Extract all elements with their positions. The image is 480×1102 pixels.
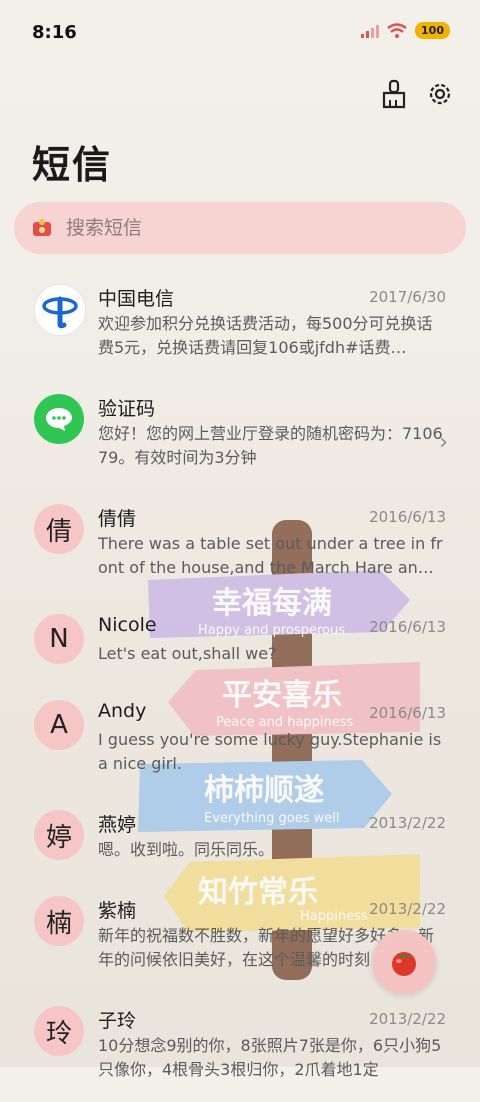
message-date: 2013/2/22 <box>369 814 446 832</box>
conversation-row[interactable]: 中国电信 2017/6/30 欢迎参加积分兑换话费活动，每500分可兑换话费5元… <box>0 270 480 380</box>
tomato-icon <box>392 952 416 976</box>
avatar: 倩 <box>34 504 84 554</box>
china-telecom-logo <box>34 284 86 336</box>
conversation-row[interactable]: N Nicole 2016/6/13 Let's eat out,shall w… <box>0 600 480 686</box>
message-preview: Let's eat out,shall we? <box>98 644 277 663</box>
avatar: 玲 <box>34 1006 84 1056</box>
contact-name: Nicole <box>98 614 157 636</box>
message-date: 2016/6/13 <box>369 508 446 526</box>
status-time: 8:16 <box>32 22 77 43</box>
contact-name: Andy <box>98 700 147 722</box>
broom-icon <box>382 79 406 109</box>
conversation-row[interactable]: 倩 倩倩 2016/6/13 There was a table set out… <box>0 490 480 600</box>
contact-name: 子玲 <box>98 1010 137 1032</box>
message-preview: 您好！您的网上营业厅登录的随机密码为：710679。有效时间为3分钟 <box>98 424 443 467</box>
toolbar <box>380 78 454 110</box>
conversation-row[interactable]: 婷 燕婷 2013/2/22 嗯。收到啦。同乐同乐。 <box>0 796 480 882</box>
message-date: 2016/6/13 <box>369 618 446 636</box>
contact-name: 中国电信 <box>98 288 175 310</box>
message-date: 2017/6/30 <box>369 288 446 306</box>
conversation-row[interactable]: 玲 子玲 2013/2/22 10分想念9别的你，8张照片7张是你，6只小狗5只… <box>0 992 480 1102</box>
compose-button[interactable] <box>372 930 436 994</box>
chevron-right-icon: › <box>439 430 448 455</box>
envelope-icon <box>30 216 54 240</box>
search-bar[interactable] <box>14 202 466 254</box>
message-preview: I guess you're some lucky guy.Stephanie … <box>98 730 442 773</box>
signal-icon <box>361 24 380 38</box>
message-date: 2013/2/22 <box>369 1010 446 1028</box>
contact-name: 紫楠 <box>98 900 137 922</box>
contact-name: 燕婷 <box>98 814 137 836</box>
status-bar: 8:16 100 <box>0 0 480 66</box>
message-date: 2013/2/22 <box>369 900 446 918</box>
clean-button[interactable] <box>380 78 408 110</box>
avatar: A <box>34 700 84 750</box>
page-title: 短信 <box>32 143 113 187</box>
message-preview: 10分想念9别的你，8张照片7张是你，6只小狗5只像你，4根骨头3根归你，2爪着… <box>98 1036 442 1079</box>
contact-name: 验证码 <box>98 398 156 420</box>
conversation-row[interactable]: A Andy 2016/6/13 I guess you're some luc… <box>0 686 480 796</box>
status-icons: 100 <box>361 22 450 39</box>
contact-name: 倩倩 <box>98 508 137 530</box>
gear-icon <box>429 83 451 105</box>
settings-button[interactable] <box>426 78 454 110</box>
avatar: 楠 <box>34 896 84 946</box>
message-preview: There was a table set out under a tree i… <box>98 534 443 577</box>
search-input[interactable] <box>64 216 428 240</box>
conversation-row[interactable]: 验证码 您好！您的网上营业厅登录的随机密码为：710679。有效时间为3分钟 › <box>0 380 480 490</box>
avatar: 婷 <box>34 810 84 860</box>
message-preview: 嗯。收到啦。同乐同乐。 <box>98 840 275 859</box>
message-preview: 欢迎参加积分兑换话费活动，每500分可兑换话费5元，兑换话费请回复106或jfd… <box>98 314 433 357</box>
message-bubble-icon <box>34 394 84 444</box>
avatar: N <box>34 614 84 664</box>
battery-level: 100 <box>415 22 450 39</box>
message-date: 2016/6/13 <box>369 704 446 722</box>
wifi-icon <box>387 22 407 38</box>
